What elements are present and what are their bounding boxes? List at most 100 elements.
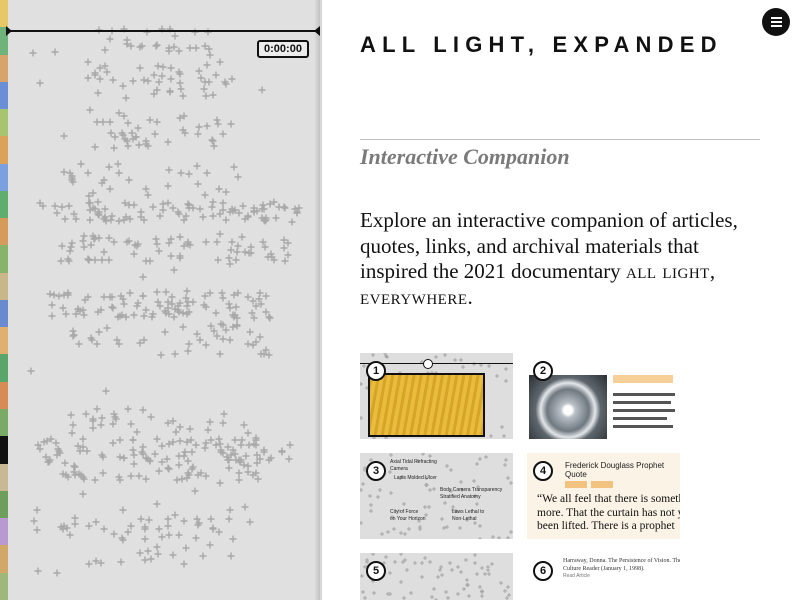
event-plus-icon: [162, 288, 170, 296]
event-plus-icon: [108, 303, 116, 311]
event-plus-icon: [240, 421, 248, 429]
event-plus-icon: [71, 514, 79, 522]
event-plus-icon: [206, 418, 214, 426]
event-plus-icon: [361, 482, 365, 486]
hamburger-line-icon: [770, 25, 782, 27]
event-plus-icon: [360, 382, 363, 386]
event-plus-icon: [214, 256, 222, 264]
event-plus-icon: [226, 260, 234, 268]
event-plus-icon: [458, 526, 462, 530]
event-plus-icon: [235, 469, 243, 477]
event-plus-icon: [363, 596, 367, 600]
event-plus-icon: [106, 118, 114, 126]
thumbnail-video[interactable]: 1: [360, 353, 513, 439]
event-plus-icon: [222, 188, 230, 196]
intro-paragraph: Explore an interactive companion of arti…: [360, 208, 770, 310]
event-marker-field[interactable]: [0, 0, 320, 600]
thumbnail-halo[interactable]: 2: [527, 353, 680, 439]
event-plus-icon: [85, 199, 93, 207]
event-plus-icon: [68, 429, 76, 437]
event-plus-icon: [93, 340, 101, 348]
event-plus-icon: [141, 556, 149, 564]
event-plus-icon: [67, 243, 75, 251]
event-plus-icon: [181, 448, 189, 456]
event-plus-icon: [421, 453, 425, 456]
event-plus-icon: [86, 106, 94, 114]
event-plus-icon: [215, 435, 223, 443]
event-plus-icon: [80, 232, 88, 240]
event-plus-icon: [475, 502, 479, 506]
event-plus-icon: [124, 142, 132, 150]
event-plus-icon: [159, 206, 167, 214]
event-plus-icon: [184, 200, 192, 208]
event-plus-icon: [51, 202, 59, 210]
event-plus-icon: [62, 310, 70, 318]
event-plus-icon: [444, 590, 448, 594]
event-plus-icon: [256, 333, 264, 341]
quote-heading-line: Quote: [565, 470, 587, 479]
event-plus-icon: [372, 591, 376, 595]
event-plus-icon: [506, 476, 510, 480]
map-label: Body Camera Transparency: [440, 487, 503, 493]
quote-line: “We all feel that there is somethin: [537, 493, 680, 505]
event-plus-icon: [135, 472, 143, 480]
event-plus-icon: [502, 434, 506, 438]
event-plus-icon: [106, 185, 114, 193]
event-plus-icon: [213, 116, 221, 124]
event-plus-icon: [389, 453, 393, 457]
event-plus-icon: [184, 457, 192, 465]
event-plus-icon: [185, 340, 193, 348]
thumbnail-map[interactable]: Axial Tidal Refracting Camera Lapis Mold…: [360, 453, 513, 539]
citation-text: Harraway, Donna. The Persistence of Visi…: [563, 557, 680, 573]
event-plus-icon: [388, 571, 392, 575]
event-plus-icon: [114, 160, 122, 168]
event-plus-icon: [495, 374, 499, 378]
event-plus-icon: [95, 234, 103, 242]
event-plus-icon: [434, 355, 438, 359]
event-plus-icon: [219, 335, 227, 343]
event-plus-icon: [71, 463, 79, 471]
event-plus-icon: [80, 243, 88, 251]
quote-body: “We all feel that there is somethin more…: [537, 493, 680, 534]
event-plus-icon: [93, 118, 101, 126]
event-plus-icon: [128, 129, 136, 137]
event-plus-icon: [235, 476, 243, 484]
event-plus-icon: [158, 72, 166, 80]
event-plus-icon: [489, 434, 493, 438]
event-plus-icon: [70, 331, 78, 339]
text-line: [613, 417, 667, 420]
event-plus-icon: [158, 533, 166, 541]
event-plus-icon: [115, 217, 123, 225]
event-plus-icon: [200, 85, 208, 93]
timeline-panel[interactable]: 0:00:00: [0, 0, 320, 600]
event-plus-icon: [129, 436, 137, 444]
event-plus-icon: [126, 289, 134, 297]
event-plus-icon: [203, 122, 211, 130]
event-plus-icon: [66, 247, 74, 255]
thumbnail-map-network[interactable]: 5: [360, 553, 513, 600]
event-plus-icon: [231, 436, 239, 444]
event-plus-icon: [58, 242, 66, 250]
event-plus-icon: [226, 506, 234, 514]
event-plus-icon: [116, 453, 124, 461]
event-plus-icon: [182, 544, 190, 552]
event-plus-icon: [262, 292, 270, 300]
event-plus-icon: [110, 144, 118, 152]
event-plus-icon: [378, 488, 382, 492]
event-plus-icon: [153, 435, 161, 443]
event-plus-icon: [155, 525, 163, 533]
thumbnail-citation[interactable]: Harraway, Donna. The Persistence of Visi…: [527, 553, 680, 600]
thumbnail-quote[interactable]: Frederick Douglass Prophet Quote “We all…: [527, 453, 680, 539]
event-plus-icon: [201, 191, 209, 199]
menu-button[interactable]: [762, 8, 790, 36]
timeline-scrubber[interactable]: [6, 26, 320, 36]
event-plus-icon: [70, 462, 78, 470]
event-plus-icon: [164, 522, 172, 530]
event-plus-icon: [449, 468, 453, 472]
quote-heading-line: Frederick Douglass Prophet: [565, 461, 665, 470]
event-plus-icon: [238, 233, 246, 241]
event-plus-icon: [219, 294, 227, 302]
event-plus-icon: [207, 515, 215, 523]
event-plus-icon: [446, 596, 450, 600]
event-plus-icon: [209, 212, 217, 220]
